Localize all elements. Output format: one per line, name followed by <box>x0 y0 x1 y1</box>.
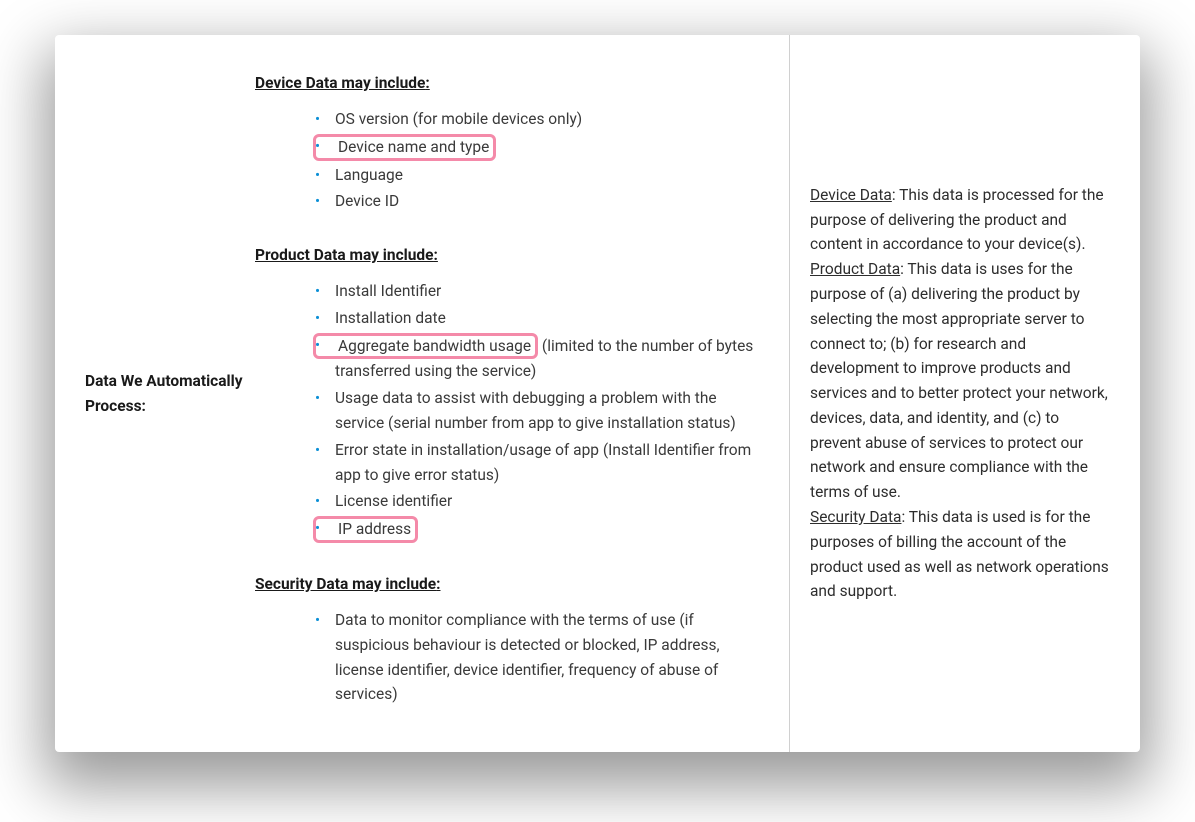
right-text-block: Device Data: This data is processed for … <box>810 183 1110 605</box>
product-data-list: Install Identifier Installation date Agg… <box>255 278 769 544</box>
product-data-heading: Product Data may include <box>255 243 769 268</box>
device-data-list: OS version (for mobile devices only) Dev… <box>255 106 769 215</box>
left-column: Data We Automatically Process: <box>55 35 255 752</box>
list-item: Install Identifier <box>315 278 769 305</box>
list-item: Device name and type <box>315 133 769 162</box>
layout-grid: Data We Automatically Process: Device Da… <box>55 35 1140 752</box>
list-item: Installation date <box>315 305 769 332</box>
highlighted-text: Aggregate bandwidth usage <box>313 333 538 360</box>
security-data-heading: Security Data may include <box>255 572 769 597</box>
list-item: IP address <box>315 515 769 544</box>
list-item: Data to monitor compliance with the term… <box>315 607 769 708</box>
highlighted-text: IP address <box>313 516 418 543</box>
right-column: Device Data: This data is processed for … <box>790 35 1140 752</box>
list-item: Aggregate bandwidth usage (limited to th… <box>315 332 769 386</box>
device-data-description: Device Data: This data is processed for … <box>810 183 1110 257</box>
product-data-description: Product Data: This data is uses for the … <box>810 257 1110 505</box>
middle-column: Device Data may include OS version (for … <box>255 35 790 752</box>
list-item: Usage data to assist with debugging a pr… <box>315 385 769 437</box>
list-item: Device ID <box>315 188 769 215</box>
security-data-description: Security Data: This data is used is for … <box>810 505 1110 604</box>
highlighted-text: Device name and type <box>313 134 496 161</box>
security-data-list: Data to monitor compliance with the term… <box>255 607 769 708</box>
list-item: Error state in installation/usage of app… <box>315 437 769 489</box>
row-title: Data We Automatically Process: <box>85 369 245 419</box>
content-card: Data We Automatically Process: Device Da… <box>55 35 1140 752</box>
device-data-heading: Device Data may include <box>255 71 769 96</box>
page-wrapper: Data We Automatically Process: Device Da… <box>0 0 1195 822</box>
list-item: OS version (for mobile devices only) <box>315 106 769 133</box>
list-item: Language <box>315 162 769 189</box>
list-item: License identifier <box>315 488 769 515</box>
